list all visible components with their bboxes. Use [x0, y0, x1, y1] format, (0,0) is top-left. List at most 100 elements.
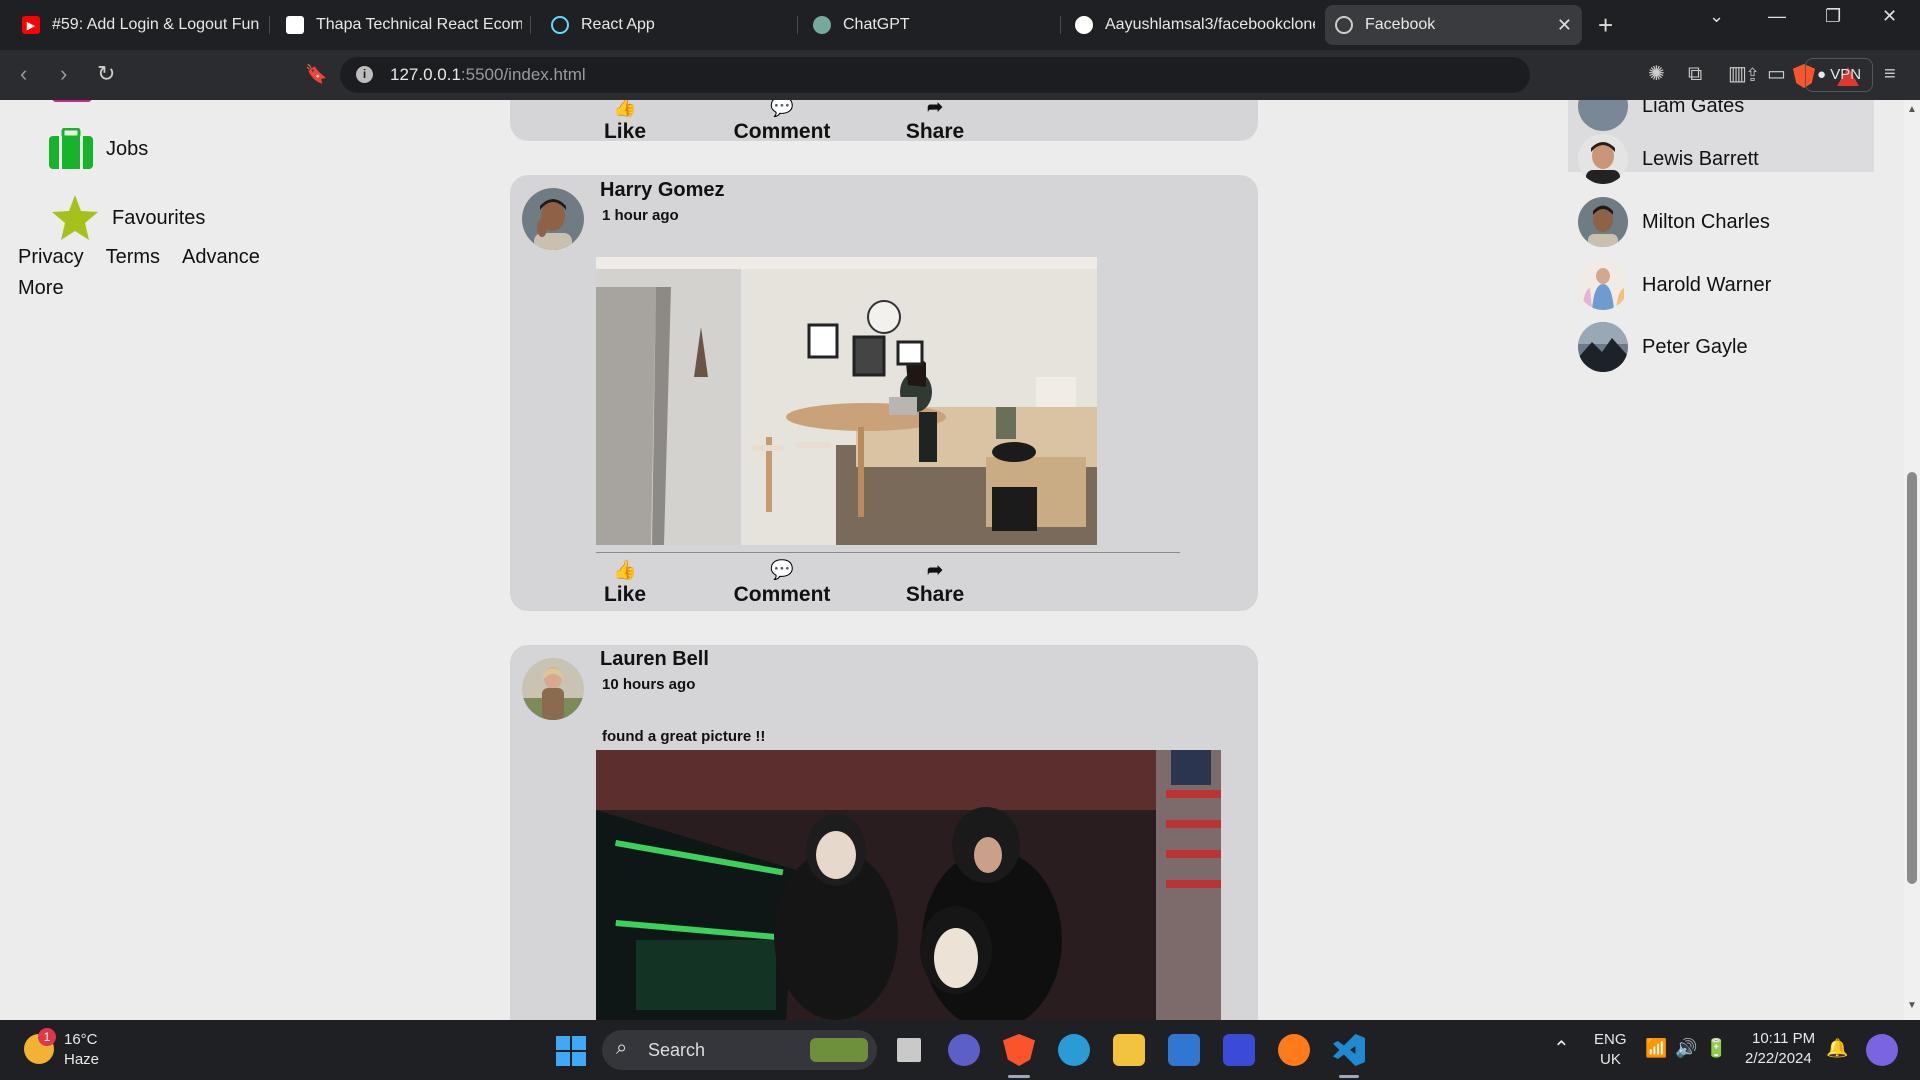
vscode-icon[interactable]	[1333, 1034, 1365, 1066]
battery-icon[interactable]: 🔋	[1705, 1038, 1727, 1059]
github-icon	[1075, 16, 1093, 34]
scroll-down-icon[interactable]: ▼	[1907, 1000, 1917, 1011]
like-button[interactable]: 👍 Like	[600, 100, 650, 144]
post-actions: 👍 Like 💬 Comment ➦ Share	[600, 559, 1080, 611]
link-more[interactable]: More	[18, 277, 64, 299]
reload-icon[interactable]: ↻	[97, 62, 115, 86]
share-icon[interactable]: ⇪	[1745, 65, 1760, 86]
clock-date[interactable]: 2/22/2024	[1745, 1050, 1812, 1067]
avatar[interactable]	[522, 188, 584, 250]
url-text: 127.0.0.1:5500/index.html	[390, 65, 586, 84]
thumbs-up-icon: 👍	[613, 560, 637, 581]
file-explorer-icon[interactable]	[1113, 1034, 1145, 1066]
contact-item[interactable]: Harold Warner	[1578, 259, 1771, 311]
tab-youtube[interactable]: ▶ #59: Add Login & Logout Funct	[22, 5, 260, 45]
post-author[interactable]: Harry Gomez	[600, 179, 725, 202]
link-terms[interactable]: Terms	[106, 246, 160, 268]
tab-facebook-active[interactable]: Facebook ✕	[1325, 5, 1582, 45]
chatgpt-icon	[813, 16, 831, 34]
address-bar[interactable]: i 127.0.0.1:5500/index.html ⇪	[340, 57, 1859, 93]
restore-button[interactable]: ❐	[1825, 6, 1841, 27]
contact-item[interactable]: Milton Charles	[1578, 196, 1770, 248]
sidebar-item-jobs[interactable]: Jobs	[48, 128, 148, 170]
extensions-icon[interactable]: ⧉	[1688, 62, 1702, 86]
vpn-button[interactable]: ● VPN	[1805, 58, 1873, 92]
store-icon[interactable]	[1168, 1034, 1200, 1066]
search-highlight-icon	[810, 1038, 868, 1062]
comment-icon: 💬	[770, 100, 794, 118]
taskbar-search[interactable]: ⌕ Search	[602, 1030, 877, 1070]
contact-avatar	[1578, 322, 1628, 372]
post-card: Harry Gomez 1 hour ago 👍 Like 💬 Comment …	[510, 175, 1258, 611]
language-region[interactable]: UK	[1600, 1051, 1621, 1068]
brave-taskbar-icon[interactable]	[1003, 1034, 1035, 1066]
link-advance[interactable]: Advance	[182, 246, 260, 268]
weather-temp[interactable]: 16°C	[64, 1031, 98, 1048]
active-app-indicator	[1339, 1075, 1359, 1078]
contact-avatar	[1578, 197, 1628, 247]
post-actions: 👍 Like 💬 Comment ➦ Share	[600, 100, 1080, 148]
post-image-hackers	[596, 750, 1221, 1020]
thumbs-up-icon: 👍	[613, 100, 637, 118]
windows-taskbar: 1 16°C Haze ⌕ Search ⌃ ENG UK 📶 🔊 🔋 10:1…	[0, 1020, 1920, 1080]
back-icon[interactable]: ‹	[20, 62, 27, 86]
facebook-page: Jobs Favourites Privacy Terms Advance More…	[0, 100, 1920, 1020]
wifi-icon[interactable]: 📶	[1645, 1038, 1667, 1059]
post-card: Lauren Bell 10 hours ago found a great p…	[510, 645, 1258, 1020]
contact-item[interactable]: Peter Gayle	[1578, 321, 1748, 373]
post-timestamp: 10 hours ago	[602, 676, 696, 693]
contact-avatar	[1578, 100, 1628, 131]
leo-icon[interactable]: ✺	[1648, 62, 1665, 86]
site-info-icon[interactable]: i	[356, 66, 373, 83]
contact-item[interactable]: Lewis Barrett	[1578, 133, 1759, 185]
chevron-up-icon[interactable]: ⌃	[1553, 1036, 1570, 1061]
menu-icon[interactable]: ≡	[1884, 62, 1896, 86]
post-caption: found a great picture !!	[602, 728, 766, 745]
tab-chatgpt[interactable]: ChatGPT	[813, 5, 1053, 45]
windows-start-icon[interactable]	[556, 1036, 586, 1066]
scroll-up-icon[interactable]: ▲	[1907, 104, 1917, 115]
weather-desc[interactable]: Haze	[64, 1051, 99, 1068]
like-button[interactable]: 👍 Like	[600, 559, 650, 607]
task-view-icon[interactable]	[893, 1034, 925, 1066]
language-indicator[interactable]: ENG	[1594, 1031, 1627, 1048]
page-scrollbar[interactable]: ▲ ▼	[1904, 100, 1920, 1020]
close-window-button[interactable]: ✕	[1882, 6, 1897, 27]
share-button[interactable]: ➦ Share	[900, 559, 970, 607]
copilot-icon[interactable]	[1866, 1034, 1898, 1066]
teams-chat-icon[interactable]	[948, 1034, 980, 1066]
sidebar-item-favourites[interactable]: Favourites	[50, 194, 205, 242]
sidebar-icon[interactable]: ▥	[1728, 62, 1747, 86]
firefox-icon[interactable]	[1278, 1034, 1310, 1066]
notification-bell-icon[interactable]: 🔔	[1826, 1038, 1848, 1059]
volume-icon[interactable]: 🔊	[1675, 1038, 1697, 1059]
new-tab-button[interactable]: +	[1598, 10, 1613, 40]
post-author[interactable]: Lauren Bell	[600, 648, 709, 671]
minimize-button[interactable]: —	[1768, 6, 1786, 27]
share-button[interactable]: ➦ Share	[900, 100, 970, 144]
browser-tab-strip: ▶ #59: Add Login & Logout Funct Thapa Te…	[0, 0, 1920, 50]
post-timestamp: 1 hour ago	[602, 207, 679, 224]
contact-avatar	[1578, 134, 1628, 184]
comment-button[interactable]: 💬 Comment	[727, 100, 837, 144]
footer-links: Privacy Terms Advance More	[18, 242, 278, 304]
post-card-previous: 👍 Like 💬 Comment ➦ Share	[510, 100, 1258, 143]
forward-icon[interactable]: ›	[60, 62, 67, 86]
wallet-icon[interactable]: ▭	[1767, 62, 1786, 86]
tab-thapa[interactable]: Thapa Technical React Ecomme	[286, 5, 522, 45]
tab-react-app[interactable]: React App	[551, 5, 791, 45]
tab-github[interactable]: Aayushlamsal3/facebookclone	[1075, 5, 1315, 45]
scrollbar-thumb[interactable]	[1907, 472, 1917, 884]
avatar[interactable]	[522, 658, 584, 720]
clock-time[interactable]: 10:11 PM	[1752, 1030, 1815, 1047]
comment-icon: 💬	[770, 560, 794, 581]
app-icon[interactable]	[1223, 1034, 1255, 1066]
close-tab-icon[interactable]: ✕	[1557, 15, 1572, 36]
edge-icon[interactable]	[1058, 1034, 1090, 1066]
share-arrow-icon: ➦	[927, 560, 943, 581]
link-privacy[interactable]: Privacy	[18, 246, 84, 268]
tab-list-icon[interactable]: ⌄	[1709, 6, 1724, 27]
comment-button[interactable]: 💬 Comment	[727, 559, 837, 607]
contact-item[interactable]: Liam Gates	[1578, 100, 1744, 132]
bookmark-icon[interactable]: 🔖	[305, 62, 327, 86]
